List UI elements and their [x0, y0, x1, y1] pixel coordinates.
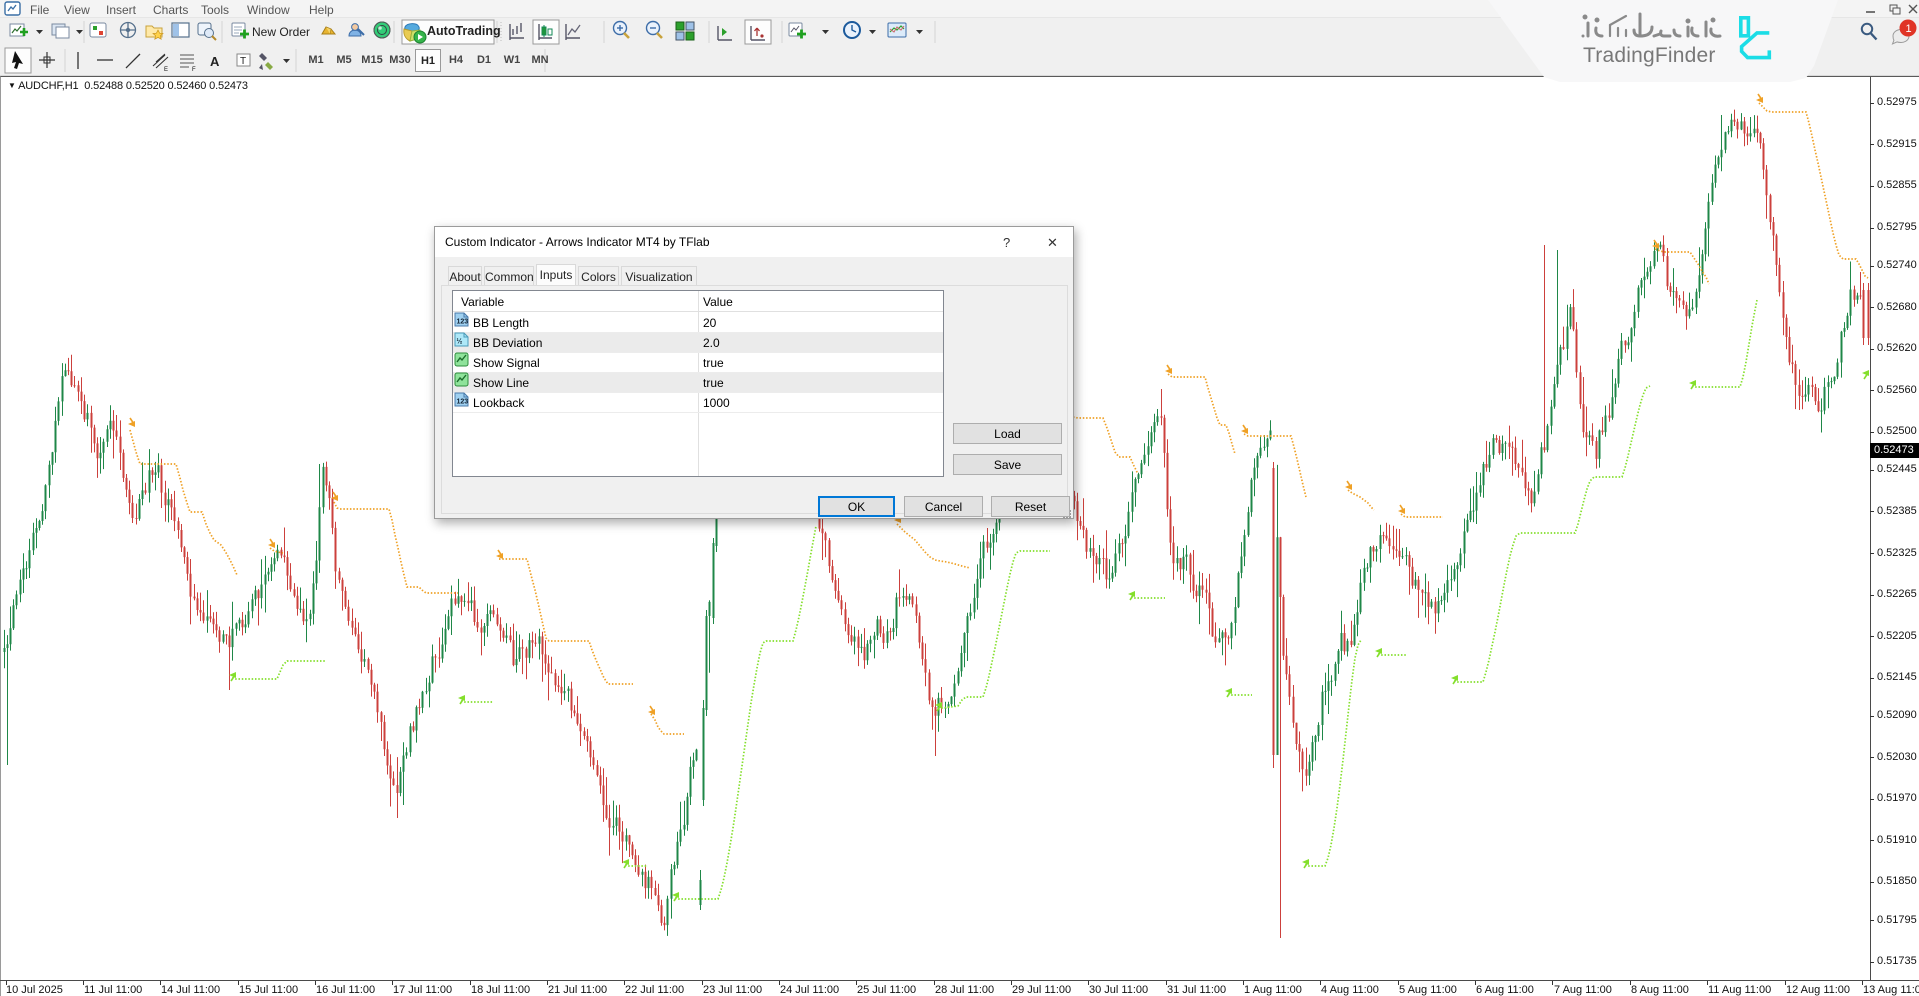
svg-text:1: 1	[1906, 23, 1912, 35]
